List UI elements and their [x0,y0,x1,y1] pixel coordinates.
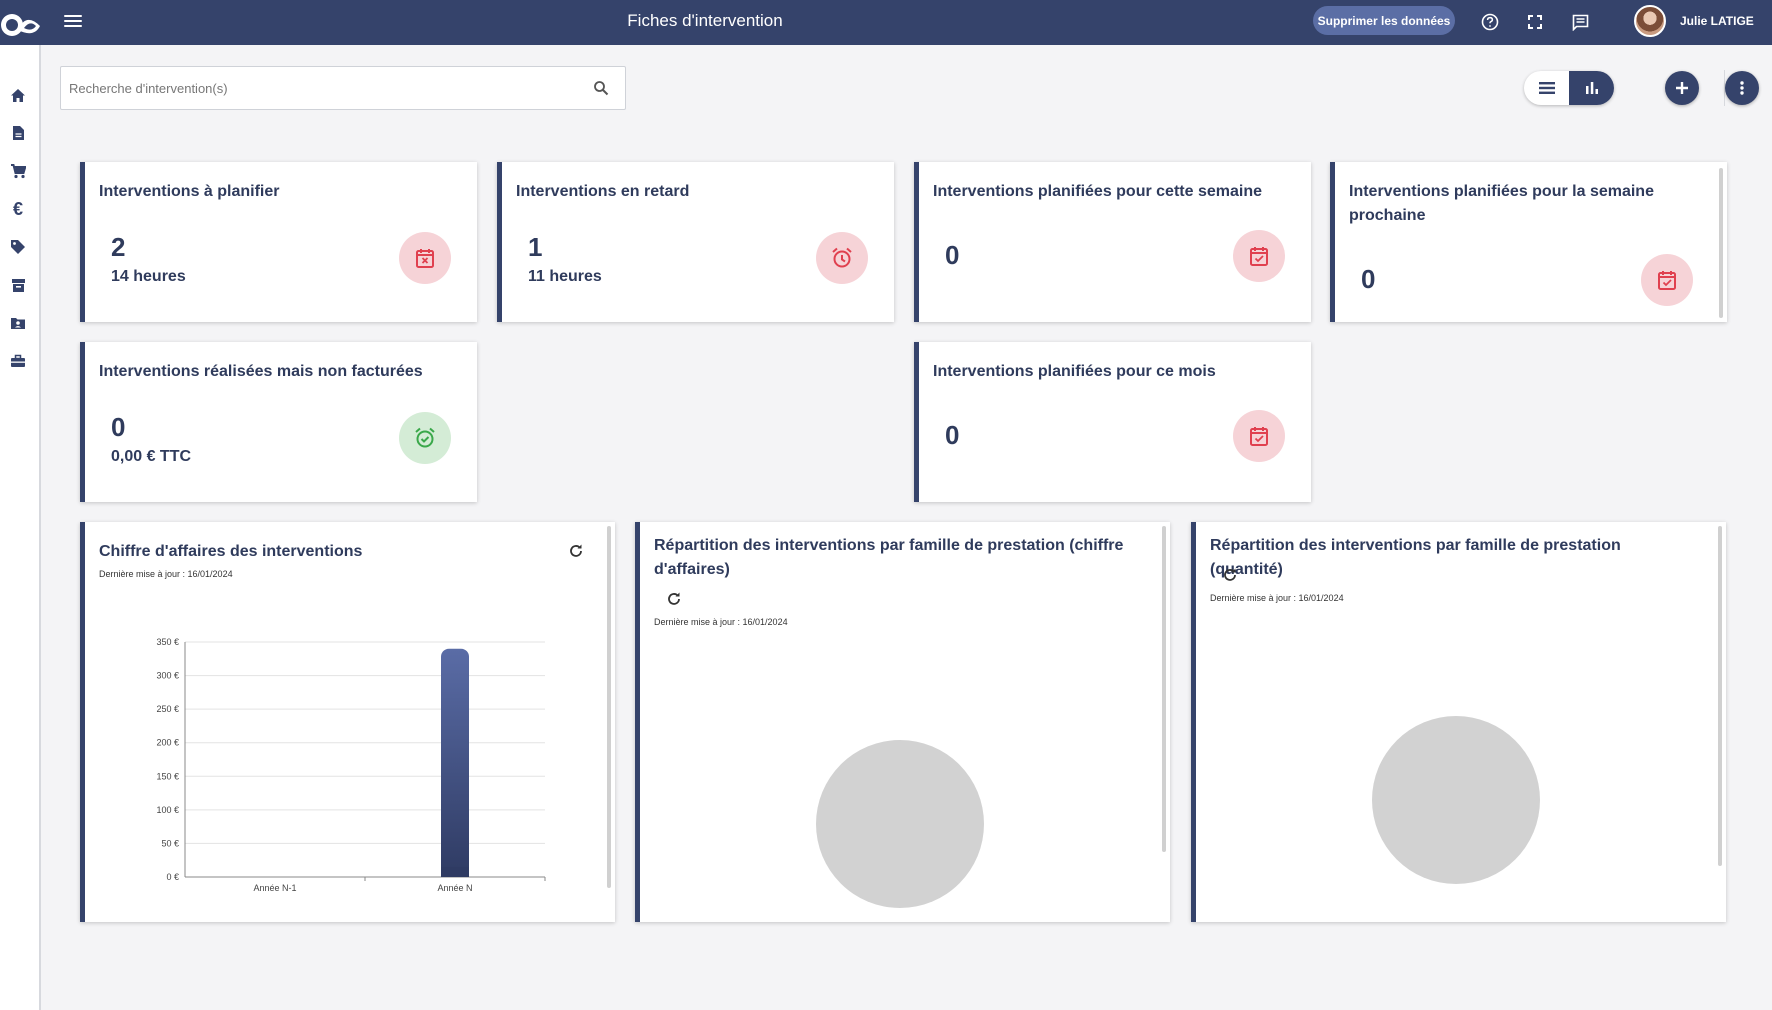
search-icon[interactable] [593,80,609,96]
kpi-value: 0 [945,240,960,270]
refresh-icon[interactable] [665,590,683,608]
kpi-value: 2 [111,232,126,262]
y-tick-label: 0 € [166,872,179,882]
kpi-value: 0 [1361,264,1376,294]
kpi-title: Interventions planifiées pour la semaine… [1349,183,1654,224]
more-options-button[interactable] [1725,71,1759,105]
home-icon[interactable] [8,85,28,105]
page-title: Fiches d'intervention [627,11,783,30]
chart-card-family-revenue: Répartition des interventions par famill… [635,522,1170,922]
x-tick-label: Année N [437,883,472,893]
user-name[interactable]: Julie LATIGE [1680,14,1754,28]
y-tick-label: 300 € [156,671,179,681]
tag-icon[interactable] [8,237,28,257]
archive-icon[interactable] [8,275,28,295]
kpi-title: Interventions planifiées pour cette sema… [933,183,1262,200]
alarm-clock-icon [816,232,868,284]
empty-pie-chart [1372,716,1540,884]
last-updated: Dernière mise à jour : 16/01/2024 [99,569,233,579]
bar-base [441,867,469,877]
kpi-card-late[interactable]: Interventions en retard 1 11 heures [497,162,894,322]
scrollbar[interactable] [1718,526,1722,866]
calendar-check-icon [1233,410,1285,462]
chart-view-button[interactable] [1569,71,1614,105]
chart-card-revenue: Chiffre d'affaires des interventions Der… [80,522,615,922]
last-updated: Dernière mise à jour : 16/01/2024 [654,617,788,627]
kpi-title: Interventions réalisées mais non facturé… [99,363,423,380]
delete-data-button[interactable]: Supprimer les données [1313,6,1455,35]
chart-title: Chiffre d'affaires des interventions [99,543,363,560]
alarm-check-icon [399,412,451,464]
x-tick-label: Année N-1 [253,883,296,893]
scrollbar[interactable] [1162,526,1166,852]
plus-icon [1676,82,1688,94]
kpi-value: 0 [111,412,126,442]
bar-chart-icon [1585,82,1598,94]
scrollbar[interactable] [1719,168,1723,318]
list-view-button[interactable] [1524,71,1569,105]
refresh-icon[interactable] [567,542,585,560]
feedback-icon[interactable] [1567,9,1593,35]
kpi-subvalue: 11 heures [528,268,602,285]
kpi-card-this-month[interactable]: Interventions planifiées pour ce mois 0 [914,342,1311,502]
sidebar: € [0,45,41,1010]
kpi-title: Interventions à planifier [99,183,280,200]
help-icon[interactable] [1477,9,1503,35]
calendar-cross-icon [399,232,451,284]
bar [441,648,469,877]
kpi-value: 1 [528,232,543,262]
more-vertical-icon [1740,81,1744,95]
revenue-bar-chart: 0 € 50 € 100 € 150 € 200 € 250 € 300 € 350 € Ann… [156,637,546,893]
refresh-icon[interactable] [1221,566,1239,584]
last-updated: Dernière mise à jour : 16/01/2024 [1210,593,1344,603]
kpi-card-done-not-billed[interactable]: Interventions réalisées mais non facturé… [80,342,477,502]
kpi-card-this-week[interactable]: Interventions planifiées pour cette sema… [914,162,1311,322]
y-tick-label: 250 € [156,704,179,714]
chart-title: Répartition des interventions par famill… [654,537,1124,578]
kpi-subvalue: 0,00 € TTC [111,448,192,465]
y-tick-label: 350 € [156,637,179,647]
scrollbar[interactable] [607,526,611,888]
search-input[interactable] [69,67,569,109]
cart-icon[interactable] [8,161,28,181]
y-tick-label: 50 € [161,838,179,848]
calendar-check-icon [1233,230,1285,282]
y-tick-label: 200 € [156,738,179,748]
document-icon[interactable] [8,123,28,143]
search-box [60,66,626,110]
top-bar: Fiches d'intervention Supprimer les donn… [0,0,1772,45]
toolbox-icon[interactable] [8,351,28,371]
list-icon [1538,82,1555,94]
contact-card-icon[interactable] [8,313,28,333]
kpi-card-to-plan[interactable]: Interventions à planifier 2 14 heures [80,162,477,322]
chart-title: Répartition des interventions par famill… [1210,537,1621,578]
avatar[interactable] [1634,5,1666,37]
view-toggle [1524,71,1614,105]
kpi-title: Interventions planifiées pour ce mois [933,363,1216,380]
euro-icon[interactable]: € [8,199,28,219]
kpi-card-next-week[interactable]: Interventions planifiées pour la semaine… [1330,162,1727,322]
fullscreen-icon[interactable] [1522,9,1548,35]
kpi-title: Interventions en retard [516,183,690,200]
add-button[interactable] [1665,71,1699,105]
chart-card-family-quantity: Répartition des interventions par famill… [1191,522,1726,922]
kpi-value: 0 [945,420,960,450]
y-tick-label: 100 € [156,805,179,815]
empty-pie-chart [816,740,984,908]
kpi-subvalue: 14 heures [111,268,186,285]
y-tick-label: 150 € [156,771,179,781]
calendar-check-icon [1641,254,1693,306]
